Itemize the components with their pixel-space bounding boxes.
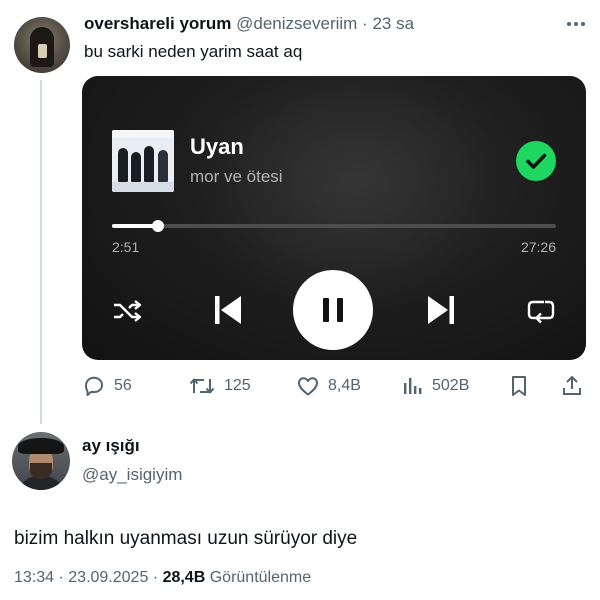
bookmark-icon xyxy=(512,376,526,396)
avatar-phone xyxy=(38,44,47,58)
previous-icon[interactable] xyxy=(213,294,243,326)
check-icon[interactable] xyxy=(516,141,556,181)
song-title: Uyan xyxy=(190,134,244,159)
tweet2-sep-2: · xyxy=(148,569,163,586)
heart-icon xyxy=(298,377,318,396)
shuffle-icon[interactable] xyxy=(112,297,144,325)
thread-line xyxy=(40,80,42,424)
tweet2-display-name[interactable]: ay ışığı xyxy=(82,436,140,456)
views-button[interactable]: 502B xyxy=(402,372,469,400)
tweet2-time[interactable]: 13:34 xyxy=(14,569,54,586)
like-button[interactable]: 8,4B xyxy=(296,372,361,400)
album-cover xyxy=(112,130,174,192)
retweet-button[interactable]: 125 xyxy=(188,372,251,400)
pause-button[interactable] xyxy=(293,270,373,350)
total-duration: 27:26 xyxy=(520,239,556,255)
tweet1-handle[interactable]: @denizseveriim xyxy=(236,14,357,33)
reply-button[interactable]: 56 xyxy=(82,372,132,400)
like-count: 8,4B xyxy=(328,377,361,394)
share-icon xyxy=(563,376,581,395)
views-count: 502B xyxy=(432,377,470,394)
next-icon[interactable] xyxy=(426,294,456,326)
pause-icon xyxy=(323,298,343,322)
music-player-card[interactable]: Uyan mor ve ötesi 2:51 27:26 xyxy=(82,76,586,360)
tweet2-text: bizim halkın uyanması uzun sürüyor diye xyxy=(14,528,358,549)
reply-icon xyxy=(85,376,103,396)
avatar-ay-isigi[interactable] xyxy=(12,432,70,490)
tweet2-views-count: 28,4B xyxy=(162,569,206,586)
repeat-icon[interactable] xyxy=(525,296,557,326)
tweet2-handle[interactable]: @ay_isigiyim xyxy=(82,465,182,485)
tweet2-date[interactable]: 23.09.2025 xyxy=(68,569,148,586)
more-horizontal-icon[interactable] xyxy=(562,14,590,34)
retweet-icon xyxy=(189,378,215,394)
tweet2-meta: 13:34 · 23.09.2025 · 28,4B Görüntülenme xyxy=(14,569,311,587)
tweet1-time[interactable]: 23 sa xyxy=(372,14,414,33)
song-artist[interactable]: mor ve ötesi xyxy=(190,167,283,187)
elapsed-time: 2:51 xyxy=(112,239,140,255)
tweet1-separator: · xyxy=(357,14,373,33)
tweet1-header: oversharelі yorum @denizseveriim · 23 sa xyxy=(84,14,414,34)
reply-count: 56 xyxy=(114,377,132,394)
share-button[interactable] xyxy=(560,372,584,400)
tweet1-actions: 56 125 8,4B 502B xyxy=(82,372,586,400)
tweet1-text: bu sarki neden yarim saat aq xyxy=(84,42,303,61)
progress-bar[interactable] xyxy=(112,220,556,232)
views-bar-chart-icon xyxy=(404,378,422,394)
bookmark-button[interactable] xyxy=(508,372,530,400)
retweet-count: 125 xyxy=(224,377,251,394)
avatar-oversharelі-yorum[interactable] xyxy=(14,17,70,73)
tweet1-display-name[interactable]: oversharelі yorum xyxy=(84,14,231,33)
tweet2-views-label: Görüntülenme xyxy=(209,569,312,586)
tweet2-sep-1: · xyxy=(54,569,69,586)
progress-knob[interactable] xyxy=(152,220,165,232)
